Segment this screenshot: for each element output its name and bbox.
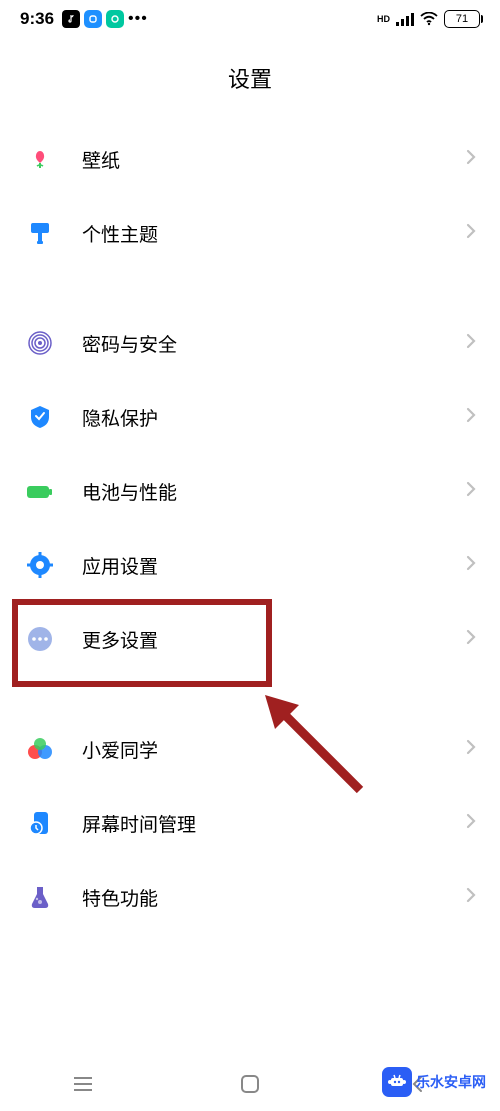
notification-icons: •••	[62, 10, 148, 28]
battery-level: 71	[456, 13, 468, 25]
app-notification-icon-2	[106, 10, 124, 28]
flask-icon	[24, 881, 56, 913]
more-notifications-icon: •••	[128, 10, 148, 28]
chevron-right-icon	[466, 407, 476, 428]
chevron-right-icon	[466, 333, 476, 354]
page-title: 设置	[0, 38, 500, 122]
item-label: 个性主题	[82, 220, 466, 247]
themes-icon	[24, 217, 56, 249]
xiaoai-icon	[24, 733, 56, 765]
settings-item-screentime[interactable]: 屏幕时间管理	[0, 786, 500, 860]
shield-icon	[24, 401, 56, 433]
settings-item-battery[interactable]: 电池与性能	[0, 454, 500, 528]
settings-item-features[interactable]: 特色功能	[0, 860, 500, 934]
chevron-right-icon	[466, 629, 476, 650]
item-label: 密码与安全	[82, 330, 466, 357]
watermark: 乐水安卓网	[382, 1067, 486, 1097]
chevron-right-icon	[466, 481, 476, 502]
chevron-right-icon	[466, 739, 476, 760]
status-right: HD 71	[377, 10, 480, 28]
settings-item-apps[interactable]: 应用设置	[0, 528, 500, 602]
chevron-right-icon	[466, 555, 476, 576]
watermark-text: 乐水安卓网	[416, 1072, 486, 1092]
wifi-icon	[420, 12, 438, 26]
battery-indicator: 71	[444, 10, 480, 28]
settings-item-wallpaper[interactable]: 壁纸	[0, 122, 500, 196]
settings-item-xiaoai[interactable]: 小爱同学	[0, 712, 500, 786]
gear-icon	[24, 549, 56, 581]
settings-item-privacy[interactable]: 隐私保护	[0, 380, 500, 454]
nav-recent-button[interactable]	[43, 1064, 123, 1104]
app-notification-icon	[84, 10, 102, 28]
battery-icon	[24, 475, 56, 507]
settings-group-extras: 小爱同学 屏幕时间管理 特色功能	[0, 712, 500, 934]
item-label: 壁纸	[82, 146, 466, 173]
settings-list: 壁纸 个性主题 密码与安全 隐私保护	[0, 122, 500, 934]
settings-item-themes[interactable]: 个性主题	[0, 196, 500, 270]
chevron-right-icon	[466, 149, 476, 170]
fingerprint-icon	[24, 327, 56, 359]
settings-item-security[interactable]: 密码与安全	[0, 306, 500, 380]
item-label: 应用设置	[82, 552, 466, 579]
chevron-right-icon	[466, 813, 476, 834]
settings-group-system: 密码与安全 隐私保护 电池与性能 应用设置	[0, 306, 500, 676]
watermark-logo-icon	[382, 1067, 412, 1097]
tiktok-icon	[62, 10, 80, 28]
status-time: 9:36	[20, 9, 54, 29]
status-bar: 9:36 ••• HD 71	[0, 0, 500, 38]
chevron-right-icon	[466, 887, 476, 908]
item-label: 隐私保护	[82, 404, 466, 431]
hd-indicator: HD	[377, 14, 390, 24]
nav-home-button[interactable]	[210, 1064, 290, 1104]
more-icon	[24, 623, 56, 655]
chevron-right-icon	[466, 223, 476, 244]
screentime-icon	[24, 807, 56, 839]
item-label: 屏幕时间管理	[82, 810, 466, 837]
status-left: 9:36 •••	[20, 9, 148, 29]
item-label: 电池与性能	[82, 478, 466, 505]
item-label: 更多设置	[82, 626, 466, 653]
item-label: 小爱同学	[82, 736, 466, 763]
signal-icon	[396, 12, 414, 26]
settings-group-appearance: 壁纸 个性主题	[0, 122, 500, 270]
item-label: 特色功能	[82, 884, 466, 911]
wallpaper-icon	[24, 143, 56, 175]
settings-item-more[interactable]: 更多设置	[0, 602, 500, 676]
